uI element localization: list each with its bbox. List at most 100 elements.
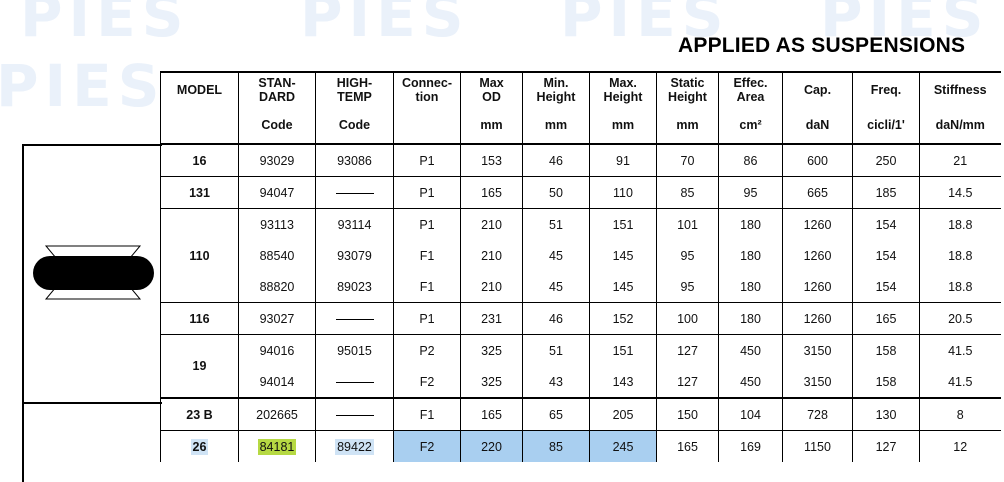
table-cell: 93027: [238, 302, 316, 335]
bellows-illustration-box: [22, 144, 162, 404]
table-cell: 450: [718, 334, 783, 366]
col-header-min-height: Min. Height: [522, 71, 590, 107]
table-cell: 89422: [315, 430, 394, 462]
table-cell: 210: [460, 208, 523, 240]
table-cell: F1: [393, 397, 461, 431]
unit-label: cm²: [718, 107, 783, 144]
model-cell: 131: [160, 176, 239, 209]
unit-label: cicli/1': [852, 107, 920, 144]
col-header-hightemp: HIGH- TEMP: [315, 71, 394, 107]
table-cell: F2: [393, 366, 461, 398]
dash-placeholder: [335, 381, 374, 383]
table-cell: 250: [852, 143, 920, 177]
table-row: 110 93113 93114 P1 210 51 151 101 180 12…: [160, 208, 1001, 303]
model-cell: 23 B: [160, 397, 239, 431]
table-cell: 151: [589, 208, 657, 240]
table-row: 131 94047 P1 165 50 110 85 95 665 185 14…: [160, 176, 1001, 209]
table-cell: 100: [656, 302, 719, 335]
table-cell: 89023: [315, 271, 394, 303]
table-row: 88540 93079 F1 210 45 145 95 180 1260 15…: [161, 240, 1001, 271]
model-cell: 110: [160, 208, 239, 303]
table-row: 23 B 202665 F1 165 65 205 150 104 728 13…: [160, 397, 1001, 431]
table-cell: 180: [718, 208, 783, 240]
table-cell: 51: [522, 334, 590, 366]
table-cell: 93113: [238, 208, 316, 240]
col-header-standard: STAN- DARD: [238, 71, 316, 107]
table-cell: 95: [656, 240, 719, 271]
page-title: APPLIED AS SUSPENSIONS: [678, 34, 966, 57]
watermark: PIES: [20, 0, 190, 50]
table-cell: 185: [852, 176, 920, 209]
table-cell: 43: [522, 366, 590, 398]
dash-placeholder: [335, 192, 374, 194]
table-cell: P2: [393, 334, 461, 366]
table-cell: 45: [522, 240, 590, 271]
table-cell: 154: [852, 271, 920, 303]
table-cell: F1: [393, 271, 461, 303]
highlighted-code: 84181: [257, 438, 297, 455]
table-cell: 210: [460, 271, 523, 303]
table-cell: 130: [852, 397, 920, 431]
table-cell: 46: [522, 143, 590, 177]
table-cell: F1: [393, 240, 461, 271]
table-cell: 51: [522, 208, 590, 240]
dash-placeholder: [335, 414, 374, 416]
table-cell: 158: [852, 334, 920, 366]
bellows-illustration-box-2: [22, 402, 162, 482]
table-cell: 88820: [238, 271, 316, 303]
table-cell: 70: [656, 143, 719, 177]
table-row: 16 93029 93086 P1 153 46 91 70 86 600 25…: [160, 143, 1001, 177]
table-cell: 154: [852, 240, 920, 271]
col-header-model: MODEL: [160, 71, 239, 107]
unit-label: [160, 107, 239, 144]
table-cell: 127: [656, 366, 719, 398]
table-cell: 93029: [238, 143, 316, 177]
table-cell: 45: [522, 271, 590, 303]
table-cell: 3150: [782, 334, 853, 366]
model-cell: 16: [160, 143, 239, 177]
watermark: PIES: [0, 52, 166, 120]
table-cell: 202665: [238, 397, 316, 431]
table-cell: 158: [852, 366, 920, 398]
spec-table: MODEL STAN- DARD HIGH- TEMP Connec-tion Ma…: [160, 71, 1001, 462]
table-cell: 231: [460, 302, 523, 335]
model-cell: 19: [160, 334, 239, 398]
table-cell: 245: [589, 430, 657, 462]
table-cell: 150: [656, 397, 719, 431]
table-cell: 101: [656, 208, 719, 240]
col-header-effective-area: Effec. Area: [718, 71, 783, 107]
table-cell: P1: [393, 208, 461, 240]
units-row: Code Code mm mm mm mm cm² daN cicli/1' d…: [160, 107, 1001, 144]
table-cell: 46: [522, 302, 590, 335]
table-cell: 127: [852, 430, 920, 462]
table-cell: 20.5: [919, 302, 1001, 335]
table-cell: [315, 302, 394, 335]
table-cell: P1: [393, 176, 461, 209]
table-cell: 1150: [782, 430, 853, 462]
table-cell: 85: [522, 430, 590, 462]
table-cell: 18.8: [919, 240, 1001, 271]
table-cell: 18.8: [919, 208, 1001, 240]
table-row: 116 93027 P1 231 46 152 100 180 1260 165…: [160, 302, 1001, 335]
unit-label: Code: [238, 107, 316, 144]
table-cell: 95015: [315, 334, 394, 366]
table-cell: P1: [393, 143, 461, 177]
table-cell: 154: [852, 208, 920, 240]
table-cell: 127: [656, 334, 719, 366]
watermark: PIES: [300, 0, 470, 50]
table-cell: 86: [718, 143, 783, 177]
unit-label: Code: [315, 107, 394, 144]
table-cell: 205: [589, 397, 657, 431]
unit-label: mm: [589, 107, 657, 144]
col-header-capacity: Cap.: [782, 71, 853, 107]
table-cell: 84181: [238, 430, 316, 462]
table-cell: 88540: [238, 240, 316, 271]
table-cell: 180: [718, 271, 783, 303]
table-row: 19 94016 95015 P2 325 51 151 127 450 315…: [160, 334, 1001, 398]
table-cell: 152: [589, 302, 657, 335]
table-cell: 65: [522, 397, 590, 431]
table-cell: 12: [919, 430, 1001, 462]
table-cell: 665: [782, 176, 853, 209]
table-cell: 110: [589, 176, 657, 209]
table-cell: 153: [460, 143, 523, 177]
